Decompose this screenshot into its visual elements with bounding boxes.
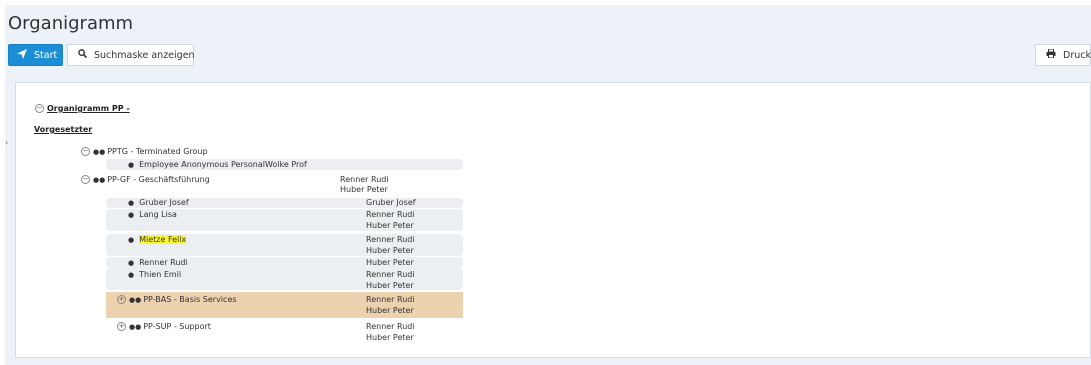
search-mask-label: Suchmaske anzeigen	[94, 49, 195, 61]
side-arrow-icon: ›	[5, 138, 9, 147]
supervisor-2: Huber Peter	[340, 185, 388, 194]
user-icon: ●	[128, 259, 135, 267]
member-name: Gruber Josef	[139, 198, 189, 207]
member-supervisor: Huber Peter	[366, 333, 414, 342]
member-supervisor: Huber Peter	[366, 306, 414, 315]
expand-icon[interactable]: +	[117, 295, 126, 304]
member-supervisor: Renner Rudi	[366, 235, 415, 244]
member-row[interactable]: ● Mietze Felix	[128, 235, 187, 245]
root-node[interactable]: − Organigramm PP -	[35, 104, 130, 114]
users-icon: ●●	[93, 148, 106, 156]
member-supervisor: Renner Rudi	[366, 322, 415, 331]
member-supervisor: Renner Rudi	[366, 210, 415, 219]
member-name: Renner Rudi	[139, 258, 188, 267]
page-title: Organigramm	[8, 13, 134, 34]
expand-icon[interactable]: +	[117, 322, 126, 331]
member-name: Employee Anonymous PersonalWolke Prof	[139, 160, 307, 169]
collapse-icon[interactable]: −	[35, 104, 44, 113]
users-icon: ●●	[129, 296, 142, 304]
member-supervisor: Huber Peter	[366, 246, 414, 255]
member-row[interactable]: ● Gruber Josef	[128, 198, 189, 208]
search-icon	[78, 49, 88, 61]
member-row[interactable]: ● Renner Rudi	[128, 258, 188, 268]
member-name: Lang Lisa	[139, 210, 177, 219]
member-supervisor: Huber Peter	[366, 281, 414, 290]
member-supervisor: Gruber Josef	[366, 198, 416, 207]
member-name-highlighted: Mietze Felix	[139, 235, 187, 244]
user-icon: ●	[128, 161, 135, 169]
print-button[interactable]: Druck	[1035, 44, 1091, 66]
group-label: PPTG - Terminated Group	[107, 147, 208, 156]
start-button[interactable]: Start	[8, 44, 63, 66]
start-button-label: Start	[34, 49, 58, 61]
paper-plane-icon	[17, 48, 27, 62]
search-mask-button[interactable]: Suchmaske anzeigen	[67, 44, 195, 66]
root-label[interactable]: Organigramm PP -	[47, 104, 130, 113]
group-label: PP-BAS - Basis Services	[143, 295, 237, 304]
member-row[interactable]: ● Lang Lisa	[128, 210, 177, 220]
user-icon: ●	[128, 211, 135, 219]
member-supervisor: Renner Rudi	[366, 270, 415, 279]
member-name: Thien Emil	[139, 270, 182, 279]
supervisor-1: Renner Rudi	[340, 175, 389, 184]
print-label: Druck	[1063, 49, 1091, 61]
group-ppgf[interactable]: − ●● PP-GF - Geschäftsführung	[81, 175, 210, 185]
member-supervisor: Huber Peter	[366, 221, 414, 230]
collapse-icon[interactable]: −	[81, 175, 90, 184]
user-icon: ●	[128, 236, 135, 244]
users-icon: ●●	[93, 176, 106, 184]
member-row[interactable]: ● Thien Emil	[128, 270, 181, 280]
member-supervisor: Renner Rudi	[366, 295, 415, 304]
group-ppsup[interactable]: + ●● PP-SUP - Support	[117, 322, 211, 332]
group-label: PP-SUP - Support	[143, 322, 211, 331]
group-pptg[interactable]: − ●● PPTG - Terminated Group	[81, 147, 208, 157]
user-icon: ●	[128, 271, 135, 279]
group-ppbas[interactable]: + ●● PP-BAS - Basis Services	[117, 295, 237, 305]
collapse-icon[interactable]: −	[81, 147, 90, 156]
member-supervisor: Huber Peter	[366, 258, 414, 267]
print-icon	[1046, 48, 1056, 61]
member-row[interactable]: ● Employee Anonymous PersonalWolke Prof	[128, 160, 307, 170]
group-label: PP-GF - Geschäftsführung	[107, 175, 210, 184]
supervisor-header: Vorgesetzter	[34, 125, 93, 134]
user-icon: ●	[128, 199, 135, 207]
users-icon: ●●	[129, 323, 142, 331]
